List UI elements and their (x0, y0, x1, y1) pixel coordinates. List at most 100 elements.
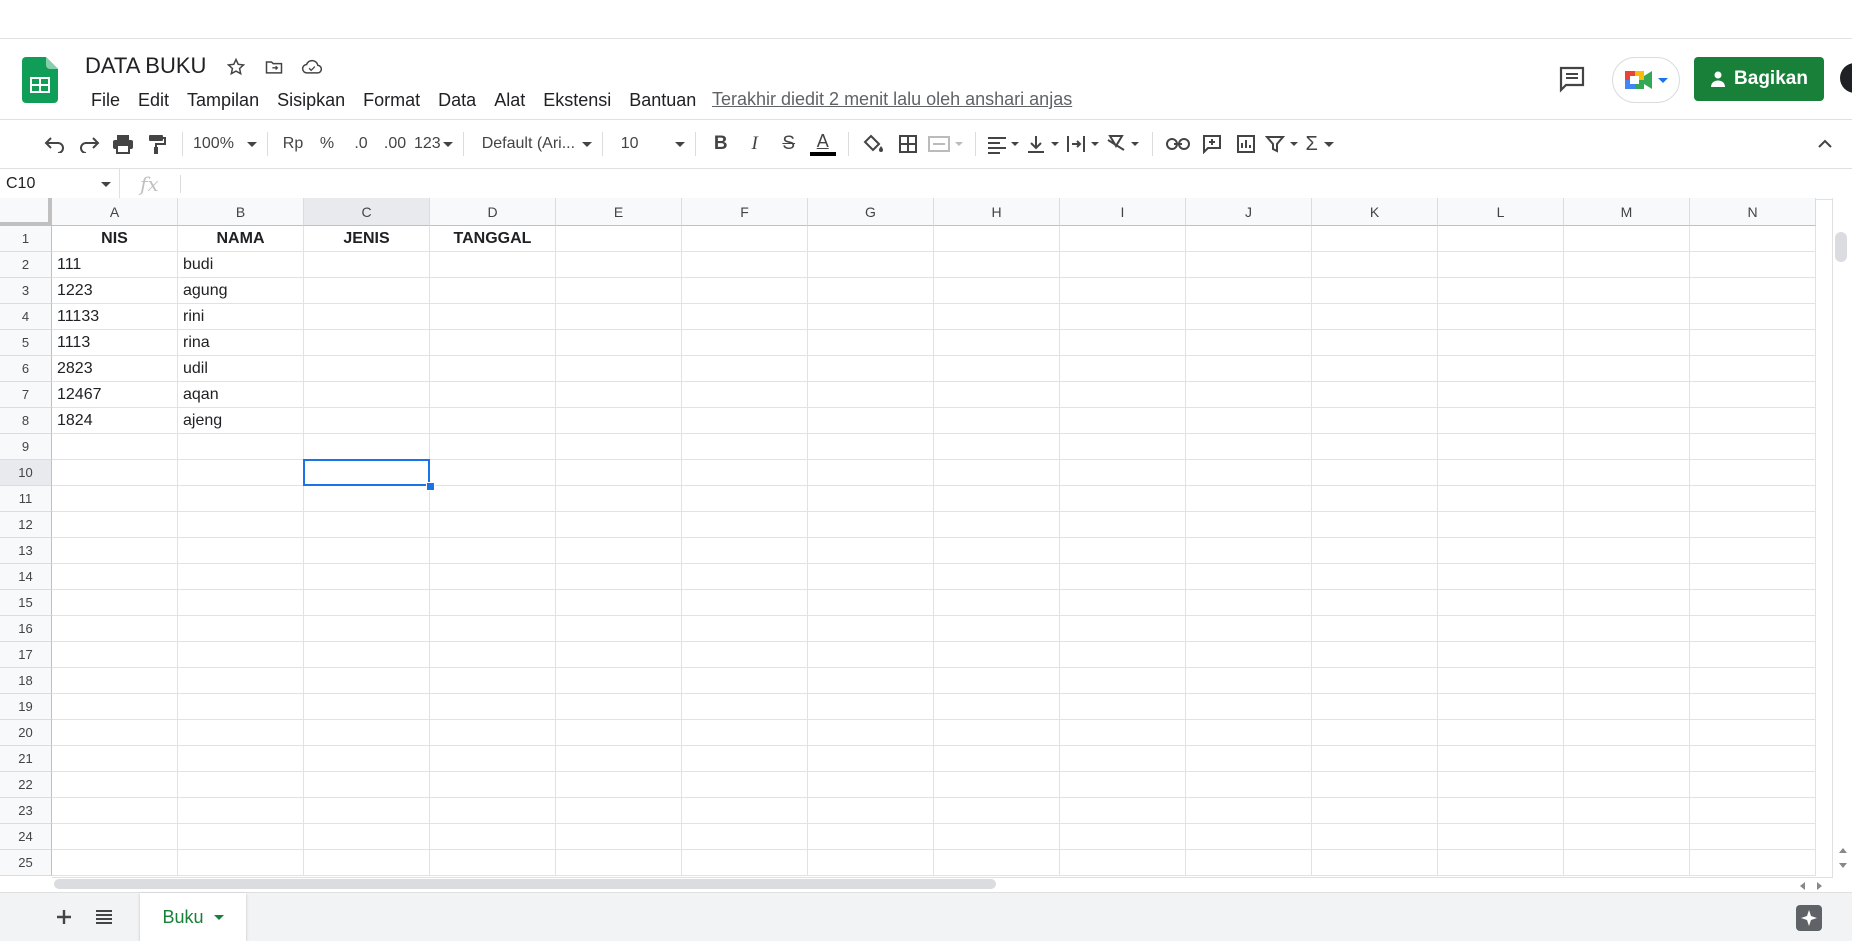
cell-k17[interactable] (1312, 642, 1438, 668)
cell-f9[interactable] (682, 434, 808, 460)
explore-icon[interactable] (1796, 905, 1822, 931)
cell-c15[interactable] (304, 590, 430, 616)
cell-c24[interactable] (304, 824, 430, 850)
cell-f7[interactable] (682, 382, 808, 408)
cell-j16[interactable] (1186, 616, 1312, 642)
more-formats-button[interactable]: 123 (414, 127, 453, 161)
cell-f20[interactable] (682, 720, 808, 746)
decrease-decimal-button[interactable]: .0 (346, 127, 376, 161)
fill-color-icon[interactable] (859, 127, 889, 161)
cell-n9[interactable] (1690, 434, 1816, 460)
cell-l17[interactable] (1438, 642, 1564, 668)
cell-i24[interactable] (1060, 824, 1186, 850)
cell-a10[interactable] (52, 460, 178, 486)
cell-m13[interactable] (1564, 538, 1690, 564)
cell-e7[interactable] (556, 382, 682, 408)
cell-b7[interactable]: aqan (178, 382, 304, 408)
cell-k14[interactable] (1312, 564, 1438, 590)
row-header-10[interactable]: 10 (0, 460, 52, 486)
cell-m22[interactable] (1564, 772, 1690, 798)
cell-k16[interactable] (1312, 616, 1438, 642)
cell-a25[interactable] (52, 850, 178, 876)
text-rotation-icon[interactable] (1106, 127, 1142, 161)
row-header-19[interactable]: 19 (0, 694, 52, 720)
insert-chart-icon[interactable] (1231, 127, 1261, 161)
row-header-11[interactable]: 11 (0, 486, 52, 512)
cell-e25[interactable] (556, 850, 682, 876)
add-sheet-icon[interactable] (52, 905, 76, 929)
cell-k4[interactable] (1312, 304, 1438, 330)
cell-b2[interactable]: budi (178, 252, 304, 278)
cell-j5[interactable] (1186, 330, 1312, 356)
cell-d17[interactable] (430, 642, 556, 668)
row-header-3[interactable]: 3 (0, 278, 52, 304)
cell-i2[interactable] (1060, 252, 1186, 278)
cell-j7[interactable] (1186, 382, 1312, 408)
cell-h19[interactable] (934, 694, 1060, 720)
cell-i3[interactable] (1060, 278, 1186, 304)
cell-n3[interactable] (1690, 278, 1816, 304)
cell-g17[interactable] (808, 642, 934, 668)
cell-k13[interactable] (1312, 538, 1438, 564)
row-header-13[interactable]: 13 (0, 538, 52, 564)
cell-c9[interactable] (304, 434, 430, 460)
cell-j19[interactable] (1186, 694, 1312, 720)
cell-a4[interactable]: 11133 (52, 304, 178, 330)
cell-c12[interactable] (304, 512, 430, 538)
cell-d24[interactable] (430, 824, 556, 850)
cell-i18[interactable] (1060, 668, 1186, 694)
vertical-align-icon[interactable] (1026, 127, 1062, 161)
cell-k5[interactable] (1312, 330, 1438, 356)
sheet-tab-buku[interactable]: Buku (140, 893, 246, 941)
cell-a11[interactable] (52, 486, 178, 512)
cell-l10[interactable] (1438, 460, 1564, 486)
cell-j23[interactable] (1186, 798, 1312, 824)
row-header-17[interactable]: 17 (0, 642, 52, 668)
cell-f3[interactable] (682, 278, 808, 304)
row-header-16[interactable]: 16 (0, 616, 52, 642)
cell-b18[interactable] (178, 668, 304, 694)
cell-k2[interactable] (1312, 252, 1438, 278)
cell-c16[interactable] (304, 616, 430, 642)
cell-b10[interactable] (178, 460, 304, 486)
cell-n25[interactable] (1690, 850, 1816, 876)
cell-l4[interactable] (1438, 304, 1564, 330)
cell-a3[interactable]: 1223 (52, 278, 178, 304)
cell-a21[interactable] (52, 746, 178, 772)
cell-e2[interactable] (556, 252, 682, 278)
cell-j4[interactable] (1186, 304, 1312, 330)
cell-a9[interactable] (52, 434, 178, 460)
cell-e16[interactable] (556, 616, 682, 642)
cell-g6[interactable] (808, 356, 934, 382)
cell-c11[interactable] (304, 486, 430, 512)
row-header-9[interactable]: 9 (0, 434, 52, 460)
cell-c17[interactable] (304, 642, 430, 668)
cell-d16[interactable] (430, 616, 556, 642)
cell-n7[interactable] (1690, 382, 1816, 408)
cell-b4[interactable]: rini (178, 304, 304, 330)
cell-i12[interactable] (1060, 512, 1186, 538)
cell-b5[interactable]: rina (178, 330, 304, 356)
print-icon[interactable] (108, 127, 138, 161)
cell-g21[interactable] (808, 746, 934, 772)
column-header-i[interactable]: I (1060, 198, 1186, 226)
cell-h1[interactable] (934, 226, 1060, 252)
row-header-23[interactable]: 23 (0, 798, 52, 824)
cell-j11[interactable] (1186, 486, 1312, 512)
cell-m23[interactable] (1564, 798, 1690, 824)
cell-l8[interactable] (1438, 408, 1564, 434)
filter-icon[interactable] (1264, 127, 1301, 161)
cell-f2[interactable] (682, 252, 808, 278)
cell-n11[interactable] (1690, 486, 1816, 512)
avatar[interactable] (1840, 63, 1852, 93)
cell-h23[interactable] (934, 798, 1060, 824)
cell-f5[interactable] (682, 330, 808, 356)
cell-i1[interactable] (1060, 226, 1186, 252)
cell-g2[interactable] (808, 252, 934, 278)
cell-l9[interactable] (1438, 434, 1564, 460)
cell-n4[interactable] (1690, 304, 1816, 330)
cell-j13[interactable] (1186, 538, 1312, 564)
formula-input[interactable] (190, 169, 1830, 199)
cell-b16[interactable] (178, 616, 304, 642)
cell-m24[interactable] (1564, 824, 1690, 850)
